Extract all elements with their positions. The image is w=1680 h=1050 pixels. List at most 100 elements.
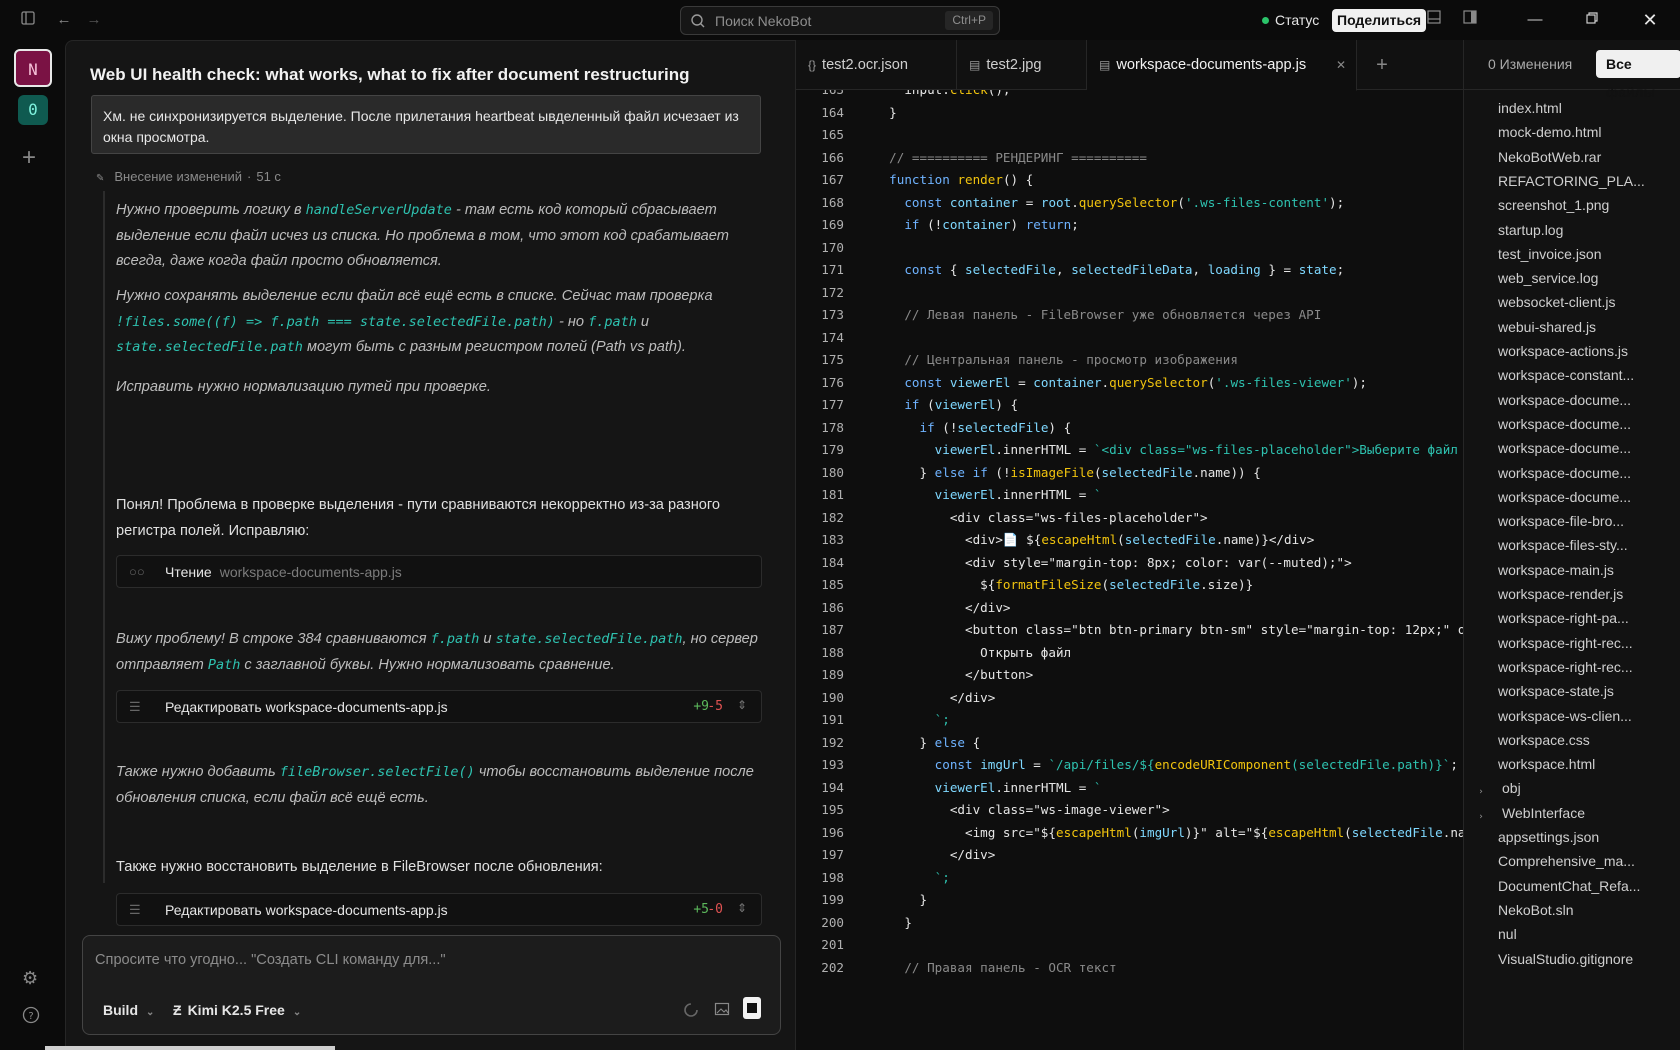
prompt-composer[interactable]: Спросите что угодно... "Создать CLI кома… — [82, 935, 781, 1035]
code-line[interactable]: 194 viewerEl.innerHTML = ` — [796, 780, 1464, 802]
code-line[interactable]: 197 </div> — [796, 847, 1464, 869]
workspace-avatar-secondary[interactable]: 0 — [18, 95, 48, 125]
file-item-partial[interactable] — [1498, 86, 1678, 96]
sidebar-toggle-icon[interactable] — [18, 10, 38, 30]
code-line[interactable]: 187 <button class="btn btn-primary btn-s… — [796, 622, 1464, 644]
code-line[interactable]: 186 </div> — [796, 600, 1464, 622]
tool-read-card[interactable]: ○○ Чтение workspace-documents-app.js — [116, 555, 762, 588]
code-line[interactable]: 177 if (viewerEl) { — [796, 397, 1464, 419]
folder-item[interactable]: › WebInterface — [1478, 805, 1658, 827]
search-input[interactable]: Поиск NekoBot Ctrl+P — [680, 6, 1000, 35]
panel-bottom-icon[interactable] — [1424, 10, 1444, 30]
file-item[interactable]: {}test_invoice.json — [1498, 246, 1678, 268]
horizontal-scrollbar[interactable] — [45, 1046, 335, 1050]
code-line[interactable]: 184 <div style="margin-top: 8px; color: … — [796, 555, 1464, 577]
file-item[interactable]: 5index.html — [1498, 100, 1678, 122]
file-item[interactable]: JSwebui-shared.js — [1498, 319, 1678, 341]
file-item[interactable]: JSworkspace-constant... — [1498, 367, 1678, 389]
file-item[interactable]: ▯nul — [1498, 926, 1678, 948]
tool-edit-card[interactable]: ☰ Редактировать workspace-documents-app.… — [116, 690, 762, 723]
code-line[interactable]: 178 if (!selectedFile) { — [796, 420, 1464, 442]
code-line[interactable]: 171 const { selectedFile, selectedFileDa… — [796, 262, 1464, 284]
tab-all-files[interactable]: Все файлы — [1596, 50, 1680, 100]
code-area[interactable]: 163 input.click();164 }165166 // =======… — [796, 90, 1464, 1050]
add-workspace-icon[interactable]: + — [22, 144, 36, 172]
file-item[interactable]: JSworkspace-docume... — [1498, 392, 1678, 414]
code-line[interactable]: 170 — [796, 240, 1464, 262]
file-item[interactable]: JSworkspace-docume... — [1498, 416, 1678, 438]
mode-selector[interactable]: Build ⌄ — [103, 1002, 154, 1018]
code-line[interactable]: 175 // Центральная панель - просмотр изо… — [796, 352, 1464, 374]
forward-arrow-icon[interactable]: → — [84, 10, 104, 30]
tool-edit-card[interactable]: ☰ Редактировать workspace-documents-app.… — [116, 893, 762, 926]
code-line[interactable]: 189 </button> — [796, 667, 1464, 689]
code-line[interactable]: 190 </div> — [796, 690, 1464, 712]
stop-button[interactable] — [743, 997, 761, 1019]
file-item[interactable]: M↓Comprehensive_ma... — [1498, 853, 1678, 875]
attach-image-icon[interactable] — [714, 1001, 730, 1020]
file-item[interactable]: M↓DocumentChat_Refa... — [1498, 878, 1678, 900]
close-window-icon[interactable]: ✕ — [1640, 10, 1660, 30]
code-line[interactable]: 192 } else { — [796, 735, 1464, 757]
maximize-icon[interactable] — [1582, 10, 1602, 30]
code-line[interactable]: 181 viewerEl.innerHTML = ` — [796, 487, 1464, 509]
file-item[interactable]: JSworkspace-ws-clien... — [1498, 708, 1678, 730]
share-button[interactable]: Поделиться — [1332, 9, 1427, 32]
code-line[interactable]: 202 // Правая панель - OCR текст — [796, 960, 1464, 982]
help-icon[interactable]: ? — [22, 1006, 40, 1027]
expand-chevron-icon[interactable]: ⇕ — [737, 901, 747, 915]
back-arrow-icon[interactable]: ← — [54, 10, 74, 30]
code-line[interactable]: 185 ${formatFileSize(selectedFile.size)} — [796, 577, 1464, 599]
workspace-avatar[interactable]: N — [14, 49, 52, 87]
code-line[interactable]: 196 <img src="${escapeHtml(imgUrl)}" alt… — [796, 825, 1464, 847]
file-item[interactable]: 5mock-demo.html — [1498, 124, 1678, 146]
code-line[interactable]: 180 } else if (!isImageFile(selectedFile… — [796, 465, 1464, 487]
code-line[interactable]: 188 Открыть файл — [796, 645, 1464, 667]
new-tab-button[interactable]: + — [1357, 40, 1407, 90]
code-line[interactable]: 176 const viewerEl = container.querySele… — [796, 375, 1464, 397]
code-line[interactable]: 167 function render() { — [796, 172, 1464, 194]
file-item[interactable]: JSworkspace-actions.js — [1498, 343, 1678, 365]
file-item[interactable]: JSworkspace-right-rec... — [1498, 659, 1678, 681]
file-item[interactable]: JSworkspace-docume... — [1498, 489, 1678, 511]
close-tab-icon[interactable]: ✕ — [1336, 40, 1346, 90]
code-line[interactable]: 191 `; — [796, 712, 1464, 734]
file-item[interactable]: ≡web_service.log — [1498, 270, 1678, 292]
file-item[interactable]: JSworkspace-right-rec... — [1498, 635, 1678, 657]
changes-header[interactable]: ✎ Внесение изменений · 51 с — [96, 169, 281, 184]
code-line[interactable]: 166 // ========== РЕНДЕРИНГ ========== — [796, 150, 1464, 172]
file-item[interactable]: ▤workspace-files-sty... — [1498, 537, 1678, 559]
tab-changes[interactable]: 0 Изменения — [1488, 56, 1572, 72]
code-line[interactable]: 193 const imgUrl = `/api/files/${encodeU… — [796, 757, 1464, 779]
file-item[interactable]: ▦screenshot_1.png — [1498, 197, 1678, 219]
file-item[interactable]: JSworkspace-state.js — [1498, 683, 1678, 705]
expand-chevron-icon[interactable]: ⇕ — [737, 698, 747, 712]
panel-right-icon[interactable] — [1460, 10, 1480, 30]
folder-item[interactable]: › obj — [1478, 780, 1658, 802]
file-item[interactable]: ≡NekoBotWeb.rar — [1498, 149, 1678, 171]
file-item[interactable]: JSworkspace-render.js — [1498, 586, 1678, 608]
code-line[interactable]: 165 — [796, 127, 1464, 149]
file-item[interactable]: {}appsettings.json — [1498, 829, 1678, 851]
code-line[interactable]: 172 — [796, 285, 1464, 307]
settings-gear-icon[interactable]: ⚙ — [22, 968, 38, 989]
tab-test2-ocr-json[interactable]: {} test2.ocr.json — [796, 40, 957, 90]
code-line[interactable]: 168 const container = root.querySelector… — [796, 195, 1464, 217]
status-button[interactable]: Статус — [1262, 12, 1319, 28]
code-line[interactable]: 169 if (!container) return; — [796, 217, 1464, 239]
code-line[interactable]: 174 — [796, 330, 1464, 352]
code-line[interactable]: 163 input.click(); — [796, 90, 1464, 104]
code-line[interactable]: 183 <div>📄 ${escapeHtml(selectedFile.nam… — [796, 532, 1464, 554]
code-line[interactable]: 173 // Левая панель - FileBrowser уже об… — [796, 307, 1464, 329]
tab-workspace-documents-app[interactable]: ▤ workspace-documents-app.js ✕ — [1087, 40, 1357, 91]
code-line[interactable]: 179 viewerEl.innerHTML = `<div class="ws… — [796, 442, 1464, 464]
model-selector[interactable]: Ƶ Kimi K2.5 Free ⌄ — [173, 1002, 301, 1018]
file-item[interactable]: JSworkspace-main.js — [1498, 562, 1678, 584]
code-line[interactable]: 198 `; — [796, 870, 1464, 892]
tab-test2-jpg[interactable]: ▤ test2.jpg — [957, 40, 1087, 90]
code-line[interactable]: 182 <div class="ws-files-placeholder"> — [796, 510, 1464, 532]
code-line[interactable]: 201 — [796, 937, 1464, 959]
code-line[interactable]: 199 } — [796, 892, 1464, 914]
file-item[interactable]: M↓REFACTORING_PLA... — [1498, 173, 1678, 195]
file-item[interactable]: JSworkspace-docume... — [1498, 465, 1678, 487]
